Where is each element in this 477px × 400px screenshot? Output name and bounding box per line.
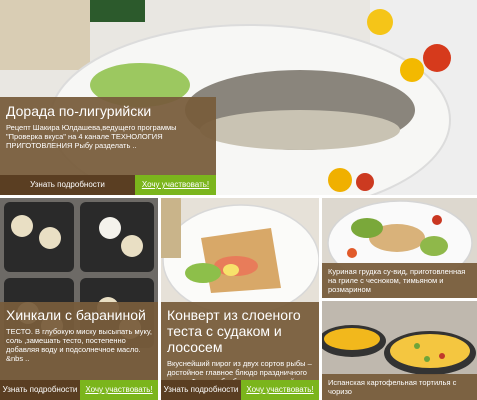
konvert-join-button[interactable]: Хочу участвовать! <box>241 380 319 400</box>
konvert-more-button[interactable]: Узнать подробности <box>161 380 241 400</box>
dorada-title: Дорада по-лигурийски <box>6 103 152 119</box>
tortilla-caption: Испанская картофельная тортилья с чоризо <box>322 374 477 400</box>
dorada-description: Рецепт Шакира Юлдашева,ведущего программ… <box>6 123 177 150</box>
khinkali-more-button[interactable]: Узнать подробности <box>0 380 80 400</box>
tile-konvert[interactable]: Конверт из слоеного теста с судаком и ло… <box>161 198 319 400</box>
tile-tortilla[interactable]: Испанская картофельная тортилья с чоризо <box>322 301 477 400</box>
konvert-panel: Конверт из слоеного теста с судаком и ло… <box>161 302 319 400</box>
dorada-panel: Дорада по-лигурийски Рецепт Шакира Юлдаш… <box>0 97 216 195</box>
dorada-button-row: Узнать подробности Хочу участвовать! <box>0 175 216 195</box>
konvert-title: Конверт из слоеного теста с судаком и ло… <box>167 307 301 355</box>
khinkali-title: Хинкали с бараниной <box>6 307 146 323</box>
khinkali-description: ТЕСТО. В глубокую миску высыпать муку, с… <box>6 327 152 363</box>
tile-chicken[interactable]: Куриная грудка су-вид, приготовленная на… <box>322 198 477 298</box>
konvert-button-row: Узнать подробности Хочу участвовать! <box>161 380 319 400</box>
khinkali-panel: Хинкали с бараниной ТЕСТО. В глубокую ми… <box>0 302 158 400</box>
khinkali-join-button[interactable]: Хочу участвовать! <box>80 380 158 400</box>
tile-khinkali[interactable]: Хинкали с бараниной ТЕСТО. В глубокую ми… <box>0 198 158 400</box>
tile-dorada[interactable]: Дорада по-лигурийски Рецепт Шакира Юлдаш… <box>0 0 477 195</box>
chicken-caption: Куриная грудка су-вид, приготовленная на… <box>322 263 477 298</box>
khinkali-button-row: Узнать подробности Хочу участвовать! <box>0 380 158 400</box>
dorada-more-button[interactable]: Узнать подробности <box>0 175 135 195</box>
dorada-join-button[interactable]: Хочу участвовать! <box>135 175 216 195</box>
